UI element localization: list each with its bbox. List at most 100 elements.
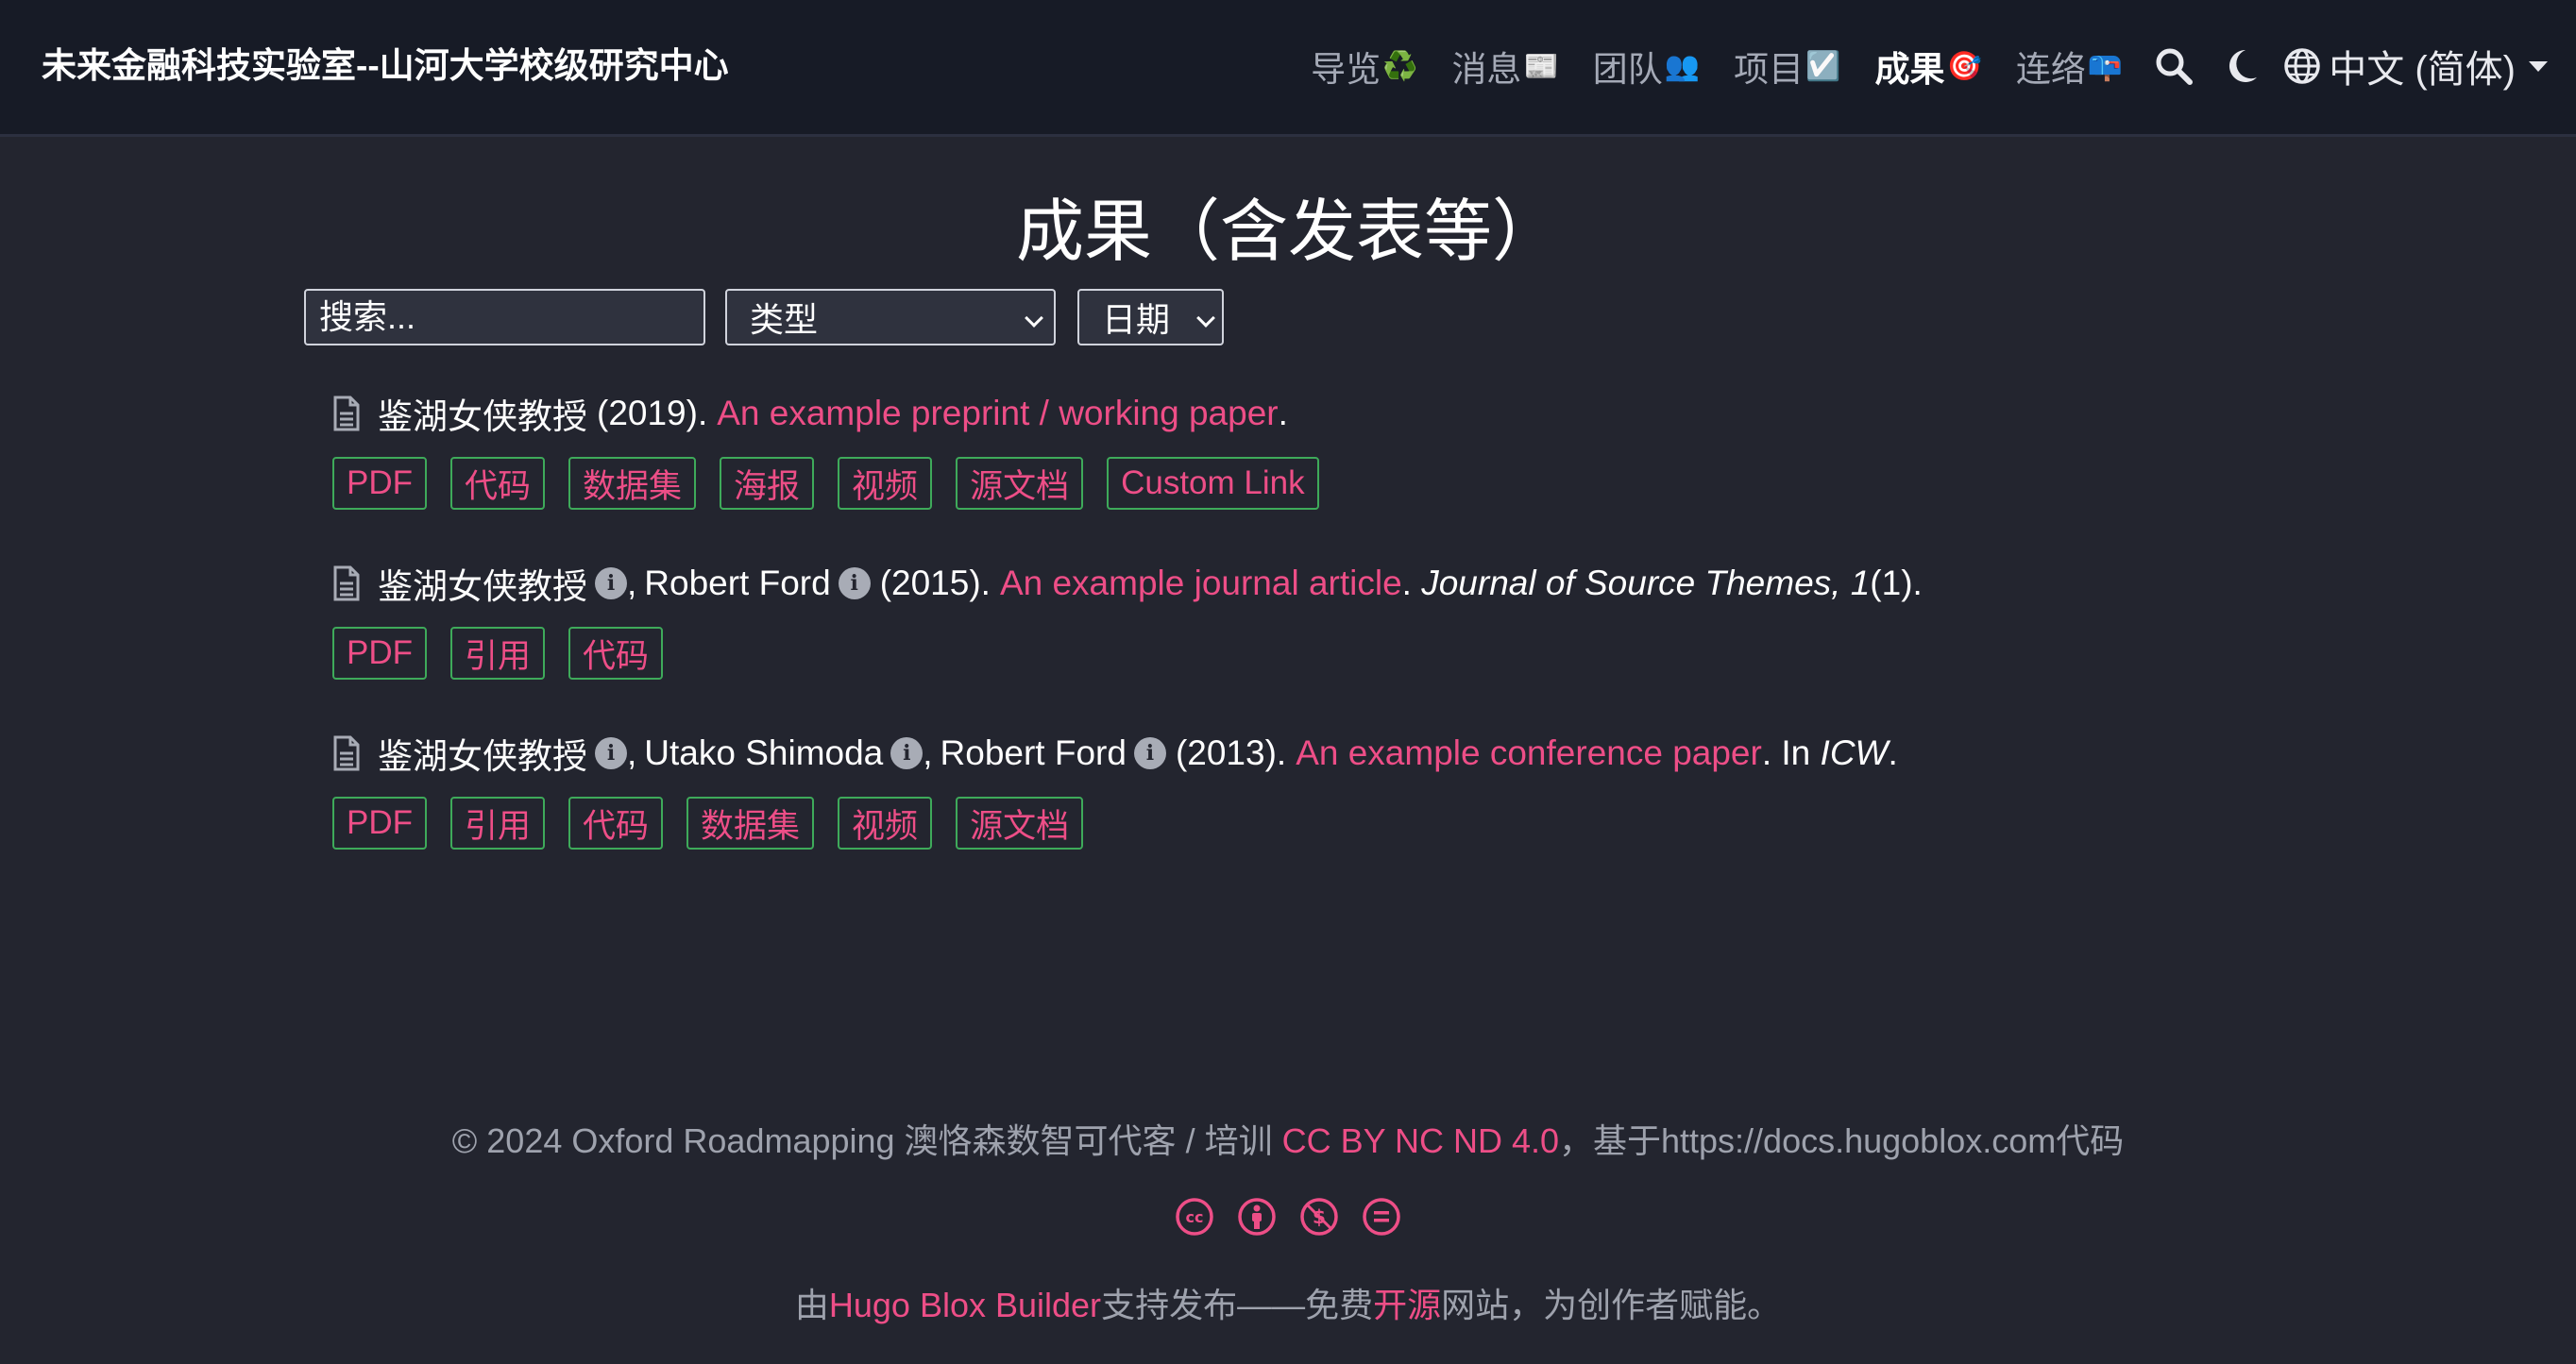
pdf-button[interactable]: PDF [332,627,427,680]
venue-issue: (1). [1870,564,1923,602]
nav-item-label: 成果 [1874,50,1945,89]
nav-item-projects[interactable]: 项目 ☑️ [1734,41,1840,92]
powered-prefix: 由 [794,1286,829,1324]
publication-item: 鉴湖女侠教授 (2019). An example preprint / wor… [332,387,2315,557]
date-select[interactable]: 日期 [1077,289,1224,345]
info-icon[interactable]: i [595,737,627,769]
author-name[interactable]: 鉴湖女侠教授 [378,558,587,609]
nc-icon[interactable]: $ [1299,1197,1339,1237]
license-link[interactable]: CC BY NC ND 4.0 [1282,1121,1559,1160]
info-icon[interactable]: i [595,567,627,599]
pdf-button[interactable]: PDF [332,457,427,510]
search-input[interactable] [304,289,705,345]
language-switcher[interactable]: 中文 (简体) [2283,39,2548,93]
svg-text:$: $ [1313,1205,1326,1228]
publication-buttons: PDF 代码 数据集 海报 视频 源文档 Custom Link [332,457,2315,510]
site-brand[interactable]: 未来金融科技实验室--山河大学校级研究中心 [42,42,729,91]
chevron-down-icon [1196,309,1215,328]
nav-item-news[interactable]: 消息 📰 [1451,41,1558,92]
author-separator: , [627,733,637,772]
author-name[interactable]: Utako Shimoda [644,733,883,773]
publication-title-link[interactable]: An example journal article [1000,564,1402,603]
publication-year: (2013). [1175,733,1287,772]
license-icons: cc $ [0,1197,2576,1237]
venue-name: Journal of Source Themes, 1 [1421,564,1871,602]
document-icon [332,396,361,431]
cc-icon[interactable]: cc [1175,1197,1214,1237]
custom-link-button[interactable]: Custom Link [1107,457,1319,510]
nav-item-label: 团队 [1592,50,1663,89]
publication-year: (2019). [597,394,708,432]
footer-powered-by: 由Hugo Blox Builder支持发布——免费开源网站，为创作者赋能。 [0,1282,2576,1329]
target-icon: 🎯 [1946,50,1982,82]
chevron-down-icon [2529,60,2548,72]
open-source-link[interactable]: 开源 [1373,1286,1441,1324]
code-button[interactable]: 代码 [568,627,664,680]
document-icon [332,735,361,771]
hugo-blox-link[interactable]: Hugo Blox Builder [829,1286,1101,1324]
author-name[interactable]: 鉴湖女侠教授 [378,728,587,779]
page-title: 成果（含发表等） [1015,194,1560,270]
code-button[interactable]: 代码 [568,797,664,850]
nav-item-publications[interactable]: 成果 🎯 [1875,41,1982,92]
publication-citation: 鉴湖女侠教授 (2019). An example preprint / wor… [332,387,2315,440]
nav-item-team[interactable]: 团队 👥 [1593,41,1700,92]
author-separator: , [923,733,933,772]
video-button[interactable]: 视频 [838,457,933,510]
info-icon[interactable]: i [1133,737,1166,769]
type-select-value: 类型 [750,300,819,339]
nav-item-label: 连络 [2015,50,2086,89]
author-name[interactable]: Robert Ford [941,733,1127,773]
author-separator: , [627,564,637,602]
nav-links: 导览 ♻️ 消息 📰 团队 👥 项目 ☑️ 成果 🎯 连络 📪 中文 (简体) [1311,38,2548,94]
navbar: 未来金融科技实验室--山河大学校级研究中心 导览 ♻️ 消息 📰 团队 👥 项目… [0,0,2576,137]
source-button[interactable]: 源文档 [956,797,1084,850]
nav-item-label: 消息 [1451,50,1522,89]
language-label: 中文 (简体) [2329,49,2516,91]
chevron-down-icon [1025,309,1043,328]
punctuation: . [1401,564,1422,602]
poster-button[interactable]: 海报 [720,457,815,510]
dataset-button[interactable]: 数据集 [568,457,697,510]
nav-item-label: 导览 [1311,50,1381,89]
nav-item-contact[interactable]: 连络 📪 [2016,41,2123,92]
document-icon [332,565,361,601]
cite-button[interactable]: 引用 [450,797,546,850]
powered-middle: 支持发布——免费 [1101,1286,1374,1324]
moon-icon[interactable] [2225,47,2259,85]
punctuation: . [1888,733,1898,772]
date-select-value: 日期 [1102,300,1171,339]
footer-copyright: © 2024 Oxford Roadmapping 澳恪森数智可代客 / 培训 … [0,1118,2576,1165]
video-button[interactable]: 视频 [838,797,933,850]
info-icon[interactable]: i [838,567,871,599]
author-name[interactable]: 鉴湖女侠教授 [378,388,587,439]
type-select[interactable]: 类型 [725,289,1056,345]
publication-title-link[interactable]: An example conference paper [1296,733,1762,773]
globe-icon [2284,48,2320,84]
publication-title-link[interactable]: An example preprint / working paper [717,394,1278,433]
punctuation: . [1278,394,1288,432]
source-button[interactable]: 源文档 [956,457,1084,510]
author-name[interactable]: Robert Ford [644,564,830,603]
publication-list: 鉴湖女侠教授 (2019). An example preprint / wor… [332,387,2315,897]
recycle-icon: ♻️ [1382,50,1418,82]
publication-buttons: PDF 引用 代码 [332,627,2315,680]
powered-suffix: 网站，为创作者赋能。 [1441,1286,1782,1324]
cite-button[interactable]: 引用 [450,627,546,680]
code-button[interactable]: 代码 [450,457,546,510]
people-icon: 👥 [1664,50,1701,82]
copyright-suffix: ，基于https://docs.hugoblox.com代码 [1559,1121,2125,1160]
mailbox-icon: 📪 [2087,50,2124,82]
venue-name: ICW [1820,733,1889,772]
search-icon[interactable] [2155,47,2194,85]
pdf-button[interactable]: PDF [332,797,427,850]
checkbox-icon: ☑️ [1805,50,1841,82]
dataset-button[interactable]: 数据集 [686,797,815,850]
publication-citation: 鉴湖女侠教授 i , Robert Ford i (2015). An exam… [332,557,2315,610]
nav-item-tour[interactable]: 导览 ♻️ [1311,41,1417,92]
nd-icon[interactable] [1362,1197,1401,1237]
nav-item-label: 项目 [1734,50,1805,89]
info-icon[interactable]: i [890,737,924,769]
by-icon[interactable] [1237,1197,1277,1237]
publication-year: (2015). [879,564,991,602]
